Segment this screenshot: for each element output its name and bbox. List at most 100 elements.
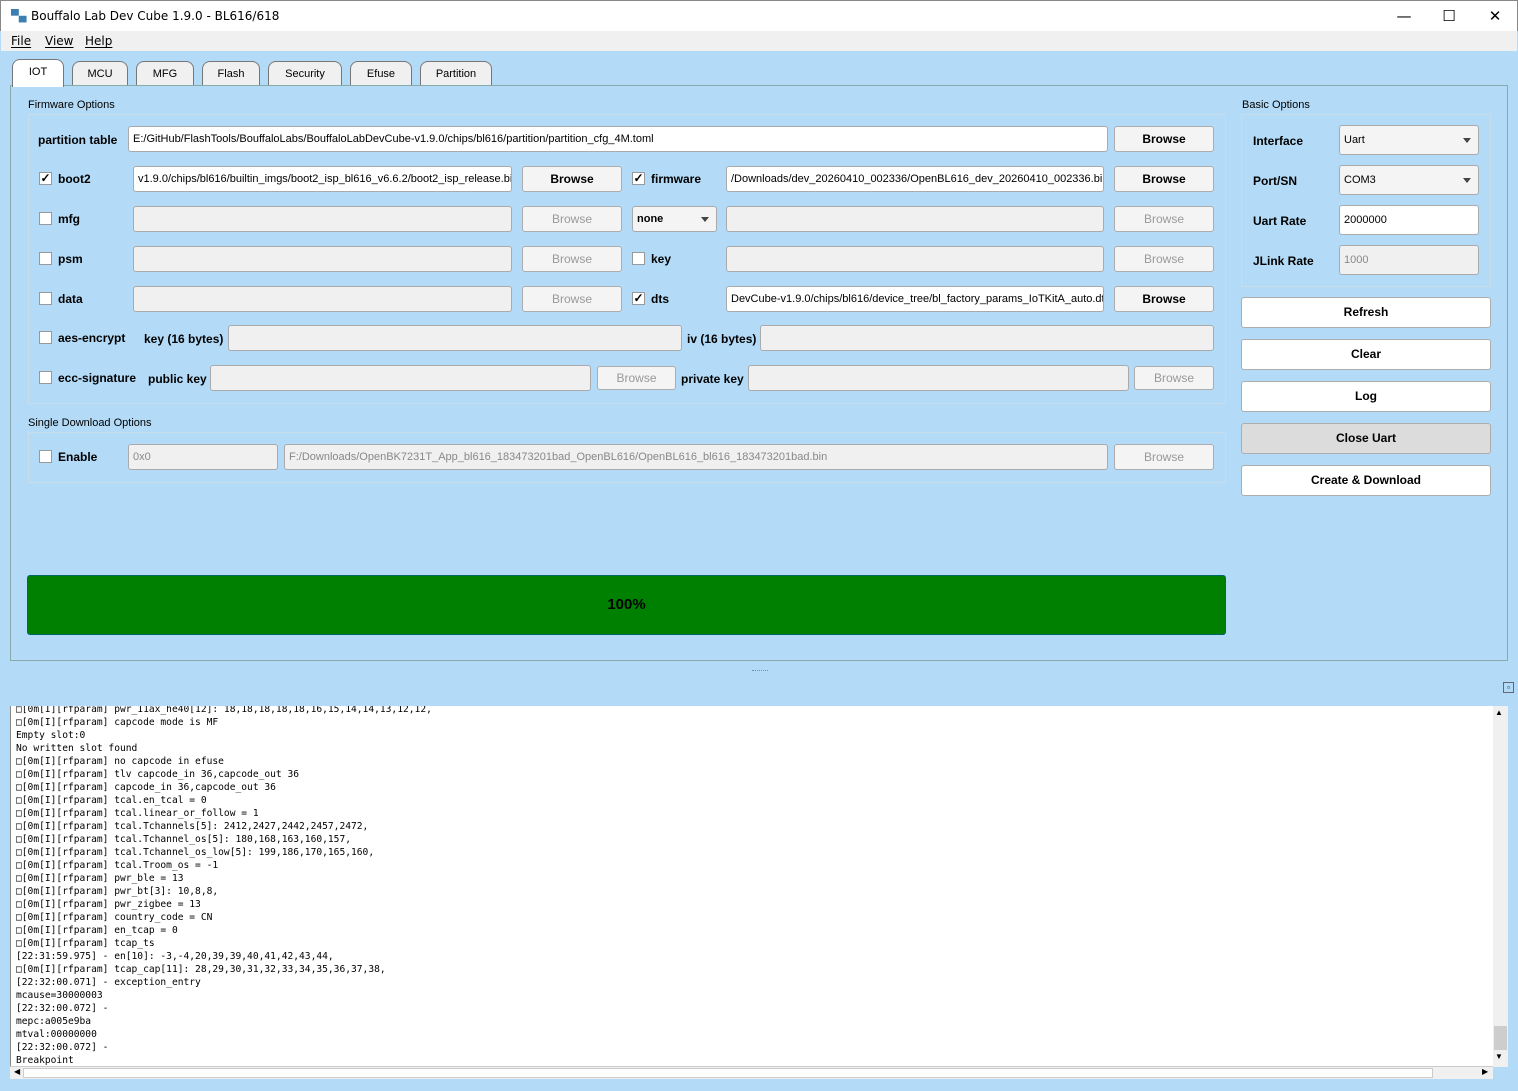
title-bar: ▀▄ Bouffalo Lab Dev Cube 1.9.0 - BL616/6… bbox=[0, 0, 1518, 31]
psm-browse-button[interactable]: Browse bbox=[522, 246, 622, 272]
menu-view[interactable]: View bbox=[45, 34, 73, 48]
dts-label: dts bbox=[651, 292, 669, 306]
basic-options-label: Basic Options bbox=[1242, 99, 1310, 111]
single-address-input[interactable]: 0x0 bbox=[128, 444, 278, 470]
firmware-label: firmware bbox=[651, 172, 702, 186]
log-line: □[0m[I][rfparam] pwr_11ax_he40[12]: 18,1… bbox=[16, 706, 432, 715]
scroll-right-icon[interactable]: ▶ bbox=[1482, 1067, 1488, 1076]
tab-mfg[interactable]: MFG bbox=[136, 61, 194, 86]
tab-mcu[interactable]: MCU bbox=[72, 61, 128, 86]
tab-efuse[interactable]: Efuse bbox=[350, 61, 412, 86]
menu-help[interactable]: Help bbox=[85, 34, 112, 48]
interface-select[interactable]: Uart bbox=[1339, 125, 1479, 155]
single-enable-checkbox[interactable] bbox=[39, 450, 52, 463]
progress-bar: 100% bbox=[27, 575, 1226, 635]
hscroll-thumb[interactable] bbox=[23, 1068, 1433, 1078]
clear-button[interactable]: Clear bbox=[1241, 339, 1491, 370]
splitter-handle[interactable] bbox=[752, 670, 768, 671]
psm-checkbox[interactable] bbox=[39, 252, 52, 265]
dts-browse-button[interactable]: Browse bbox=[1114, 286, 1214, 312]
close-uart-button[interactable]: Close Uart bbox=[1241, 423, 1491, 454]
partition-table-input[interactable]: E:/GitHub/FlashTools/BouffaloLabs/Bouffa… bbox=[128, 126, 1108, 152]
create-download-button[interactable]: Create & Download bbox=[1241, 465, 1491, 496]
tab-partition[interactable]: Partition bbox=[420, 61, 492, 86]
chevron-down-icon bbox=[701, 217, 709, 222]
log-line: □[0m[I][rfparam] tcal.Tchannel_os[5]: 18… bbox=[16, 834, 352, 845]
data-input[interactable] bbox=[133, 286, 512, 312]
mfg-type-select[interactable]: none bbox=[632, 206, 717, 232]
firmware-options-label: Firmware Options bbox=[28, 99, 115, 111]
log-line: mepc:a005e9ba bbox=[16, 1016, 92, 1027]
aes-iv-input[interactable] bbox=[760, 325, 1214, 351]
log-line: Empty slot:0 bbox=[16, 730, 86, 741]
boot2-input[interactable]: v1.9.0/chips/bl616/builtin_imgs/boot2_is… bbox=[133, 166, 512, 192]
log-line: □[0m[I][rfparam] capcode_in 36,capcode_o… bbox=[16, 782, 276, 793]
key-label: key bbox=[651, 252, 672, 266]
chevron-down-icon bbox=[1463, 138, 1471, 143]
log-line: □[0m[I][rfparam] no capcode in efuse bbox=[16, 756, 224, 767]
log-line: □[0m[I][rfparam] tcal.Tchannels[5]: 2412… bbox=[16, 821, 369, 832]
log-line: □[0m[I][rfparam] pwr_bt[3]: 10,8,8, bbox=[16, 886, 219, 897]
menu-bar: File View Help bbox=[1, 31, 1517, 51]
ecc-signature-checkbox[interactable] bbox=[39, 371, 52, 384]
scroll-thumb[interactable] bbox=[1494, 1026, 1507, 1050]
log-line: □[0m[I][rfparam] tcal.Tchannel_os_low[5]… bbox=[16, 847, 375, 858]
menu-file[interactable]: File bbox=[11, 34, 31, 48]
scroll-left-icon[interactable]: ◀ bbox=[14, 1067, 20, 1076]
log-line: mcause=30000003 bbox=[16, 990, 103, 1001]
port-select[interactable]: COM3 bbox=[1339, 165, 1479, 195]
log-line: □[0m[I][rfparam] tcal.Troom_os = -1 bbox=[16, 860, 219, 871]
public-key-browse-button[interactable]: Browse bbox=[597, 366, 676, 390]
log-line: □[0m[I][rfparam] tcal.en_tcal = 0 bbox=[16, 795, 207, 806]
jlink-rate-input[interactable]: 1000 bbox=[1339, 245, 1479, 275]
data-browse-button[interactable]: Browse bbox=[522, 286, 622, 312]
maximize-button[interactable]: ☐ bbox=[1426, 5, 1472, 27]
log-button[interactable]: Log bbox=[1241, 381, 1491, 412]
firmware-browse-button[interactable]: Browse bbox=[1114, 166, 1214, 192]
mfg-type-value: none bbox=[637, 213, 664, 225]
log-horizontal-scrollbar[interactable]: ◀ ▶ bbox=[10, 1066, 1493, 1079]
key-browse-button[interactable]: Browse bbox=[1114, 246, 1214, 272]
psm-input[interactable] bbox=[133, 246, 512, 272]
mfg-extra-browse-button[interactable]: Browse bbox=[1114, 206, 1214, 232]
aes-key-input[interactable] bbox=[228, 325, 682, 351]
mfg-checkbox[interactable] bbox=[39, 212, 52, 225]
key-checkbox[interactable] bbox=[632, 252, 645, 265]
public-key-label: public key bbox=[148, 372, 207, 386]
single-enable-label: Enable bbox=[58, 450, 98, 464]
log-vertical-scrollbar[interactable]: ▲ ▼ bbox=[1493, 706, 1508, 1067]
single-path-input[interactable]: F:/Downloads/OpenBK7231T_App_bl616_18347… bbox=[284, 444, 1108, 470]
float-panel-icon[interactable]: ▫ bbox=[1503, 682, 1514, 693]
tab-iot[interactable]: IOT bbox=[12, 59, 64, 87]
log-line: □[0m[I][rfparam] pwr_ble = 13 bbox=[16, 873, 184, 884]
data-checkbox[interactable] bbox=[39, 292, 52, 305]
private-key-input[interactable] bbox=[748, 365, 1129, 391]
scroll-down-icon[interactable]: ▼ bbox=[1495, 1052, 1503, 1061]
dts-input[interactable]: DevCube-v1.9.0/chips/bl616/device_tree/b… bbox=[726, 286, 1104, 312]
aes-encrypt-checkbox[interactable] bbox=[39, 331, 52, 344]
private-key-label: private key bbox=[681, 372, 744, 386]
key-input[interactable] bbox=[726, 246, 1104, 272]
mfg-extra-input[interactable] bbox=[726, 206, 1104, 232]
firmware-checkbox[interactable]: ✓ bbox=[632, 172, 645, 185]
public-key-input[interactable] bbox=[210, 365, 591, 391]
uart-rate-input[interactable]: 2000000 bbox=[1339, 205, 1479, 235]
minimize-button[interactable]: — bbox=[1381, 5, 1427, 27]
partition-browse-button[interactable]: Browse bbox=[1114, 126, 1214, 152]
boot2-checkbox[interactable]: ✓ bbox=[39, 172, 52, 185]
mfg-input[interactable] bbox=[133, 206, 512, 232]
single-browse-button[interactable]: Browse bbox=[1114, 444, 1214, 470]
close-button[interactable]: ✕ bbox=[1472, 5, 1518, 27]
dts-checkbox[interactable]: ✓ bbox=[632, 292, 645, 305]
tab-security[interactable]: Security bbox=[268, 61, 342, 86]
tab-flash[interactable]: Flash bbox=[202, 61, 260, 86]
boot2-browse-button[interactable]: Browse bbox=[522, 166, 622, 192]
firmware-input[interactable]: /Downloads/dev_20260410_002336/OpenBL616… bbox=[726, 166, 1104, 192]
log-line: No written slot found bbox=[16, 743, 138, 754]
log-line: □[0m[I][rfparam] country_code = CN bbox=[16, 912, 213, 923]
refresh-button[interactable]: Refresh bbox=[1241, 297, 1491, 328]
mfg-browse-button[interactable]: Browse bbox=[522, 206, 622, 232]
log-output[interactable]: □[0m[I][rfparam] pwr_11ax_he40[12]: 18,1… bbox=[10, 706, 1494, 1067]
private-key-browse-button[interactable]: Browse bbox=[1134, 366, 1214, 390]
scroll-up-icon[interactable]: ▲ bbox=[1495, 708, 1503, 717]
